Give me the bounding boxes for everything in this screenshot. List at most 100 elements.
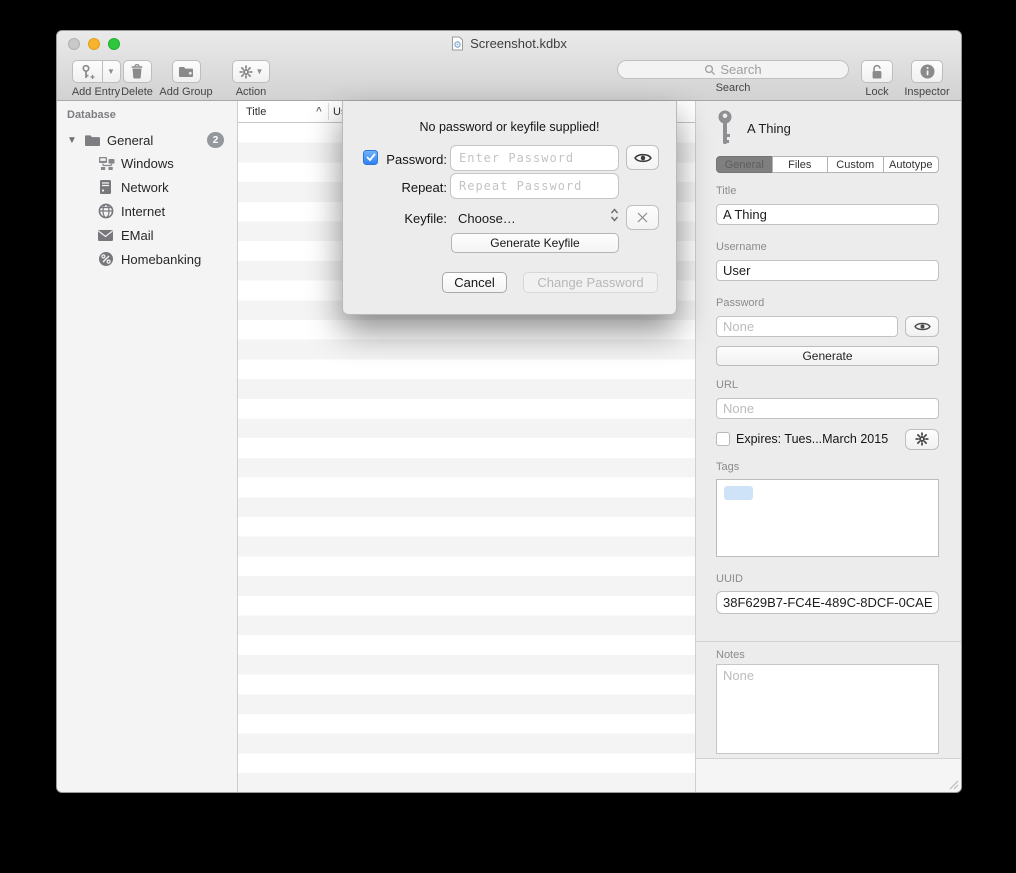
lock-button[interactable] [861, 60, 893, 83]
add-entry-button[interactable]: ▼ [72, 60, 121, 83]
lock-group: Lock [857, 60, 897, 98]
expires-checkbox[interactable] [716, 432, 730, 446]
window-title-area: Screenshot.kdbx [57, 36, 961, 51]
add-group-button[interactable] [172, 60, 201, 83]
action-label: Action [236, 86, 267, 98]
reveal-password-button[interactable] [626, 145, 659, 170]
uuid-label: UUID [716, 573, 939, 586]
lock-label: Lock [865, 86, 888, 98]
inspector-footer [696, 758, 961, 792]
inspector-tabs: General Files Custom Autotype [716, 156, 939, 173]
delete-label: Delete [121, 86, 153, 98]
stepper-icon[interactable] [610, 207, 619, 228]
url-label: URL [716, 379, 939, 392]
expires-label: Expires: Tues...March 2015 [736, 432, 905, 446]
sidebar-item-label: EMail [121, 228, 154, 243]
network-computers-icon [98, 156, 115, 171]
action-group: ▼ Action [223, 60, 279, 98]
inspector-group: Inspector [897, 60, 957, 98]
sort-ascending-icon: ^ [316, 106, 322, 117]
add-group-label: Add Group [159, 86, 212, 98]
percent-icon [98, 251, 114, 267]
sidebar-item-label: Internet [121, 204, 165, 219]
sidebar-section-header: Database [67, 109, 116, 121]
notes-placeholder: None [723, 668, 754, 683]
password-checkbox[interactable] [363, 150, 378, 165]
title-label: Title [716, 185, 939, 198]
add-entry-label: Add Entry [72, 86, 120, 98]
document-icon [451, 36, 464, 51]
action-chevron-icon: ▼ [256, 67, 264, 76]
sidebar-item-windows[interactable]: Windows [57, 151, 237, 175]
notes-divider [696, 641, 961, 642]
sidebar-item-internet[interactable]: Internet [57, 199, 237, 223]
keyfile-popup[interactable]: Choose… [458, 211, 516, 226]
inspector-button[interactable] [911, 60, 943, 83]
sidebar-item-label: Windows [121, 156, 174, 171]
inspector-panel: A Thing General Files Custom Autotype Ti… [695, 101, 961, 792]
column-header-title[interactable]: Title [246, 106, 266, 118]
sidebar: Database ▼ General 2 [57, 101, 238, 792]
password-label: Password: [379, 152, 447, 167]
tab-general[interactable]: General [716, 156, 773, 173]
tab-custom[interactable]: Custom [827, 156, 884, 173]
notes-label: Notes [716, 649, 939, 662]
trash-icon [130, 64, 144, 79]
folder-icon [84, 134, 101, 147]
sidebar-item-general[interactable]: ▼ General 2 [57, 128, 237, 152]
generate-keyfile-button[interactable]: Generate Keyfile [451, 233, 619, 253]
keyfile-label: Keyfile: [379, 211, 447, 226]
sidebar-item-email[interactable]: EMail [57, 223, 237, 247]
gear-icon [239, 65, 253, 79]
repeat-label: Repeat: [379, 180, 447, 195]
sidebar-item-network[interactable]: Network [57, 175, 237, 199]
inspector-label: Inspector [904, 86, 949, 98]
tags-label: Tags [716, 461, 939, 474]
title-field[interactable] [716, 204, 939, 225]
search-placeholder: Search [720, 62, 761, 77]
uuid-field[interactable] [716, 591, 939, 614]
folder-plus-icon [178, 65, 194, 79]
sidebar-item-label: Homebanking [121, 252, 201, 267]
tags-field[interactable] [716, 479, 939, 557]
resize-grip[interactable] [947, 778, 959, 790]
repeat-password-field[interactable] [450, 173, 619, 199]
action-button[interactable]: ▼ [232, 60, 270, 83]
search-group: Search Search [617, 60, 849, 94]
username-field[interactable] [716, 260, 939, 281]
eye-icon [634, 152, 652, 164]
key-plus-icon [79, 64, 95, 80]
key-icon [716, 110, 734, 146]
notes-field[interactable]: None [716, 664, 939, 754]
enter-password-field[interactable] [450, 145, 619, 171]
expires-options-button[interactable] [905, 429, 939, 450]
entry-count-badge: 2 [207, 132, 224, 148]
change-password-button[interactable]: Change Password [523, 272, 658, 293]
close-x-icon [636, 211, 649, 224]
gear-icon [915, 432, 929, 446]
lock-open-icon [870, 64, 884, 80]
reveal-password-button[interactable] [905, 316, 939, 337]
tab-files[interactable]: Files [772, 156, 829, 173]
password-field[interactable] [716, 316, 898, 337]
disclosure-triangle-icon[interactable]: ▼ [67, 135, 77, 146]
envelope-icon [97, 229, 114, 242]
tab-autotype[interactable]: Autotype [883, 156, 940, 173]
url-field[interactable] [716, 398, 939, 419]
sidebar-item-homebanking[interactable]: Homebanking [57, 247, 237, 271]
delete-button[interactable] [123, 60, 152, 83]
window-chrome: Screenshot.kdbx ▼ Add Entry [57, 31, 961, 101]
add-group-group: Add Group [155, 60, 217, 98]
clear-keyfile-button[interactable] [626, 205, 659, 230]
globe-icon [98, 203, 114, 219]
expires-row: Expires: Tues...March 2015 [716, 429, 939, 449]
search-input[interactable]: Search [617, 60, 849, 79]
column-divider[interactable] [328, 103, 329, 120]
username-label: Username [716, 241, 939, 254]
cancel-button[interactable]: Cancel [442, 272, 507, 293]
search-label: Search [716, 82, 751, 94]
tag-token[interactable] [724, 486, 753, 500]
server-icon [99, 179, 112, 195]
generate-password-button[interactable]: Generate [716, 346, 939, 366]
sidebar-item-label: General [107, 133, 153, 148]
